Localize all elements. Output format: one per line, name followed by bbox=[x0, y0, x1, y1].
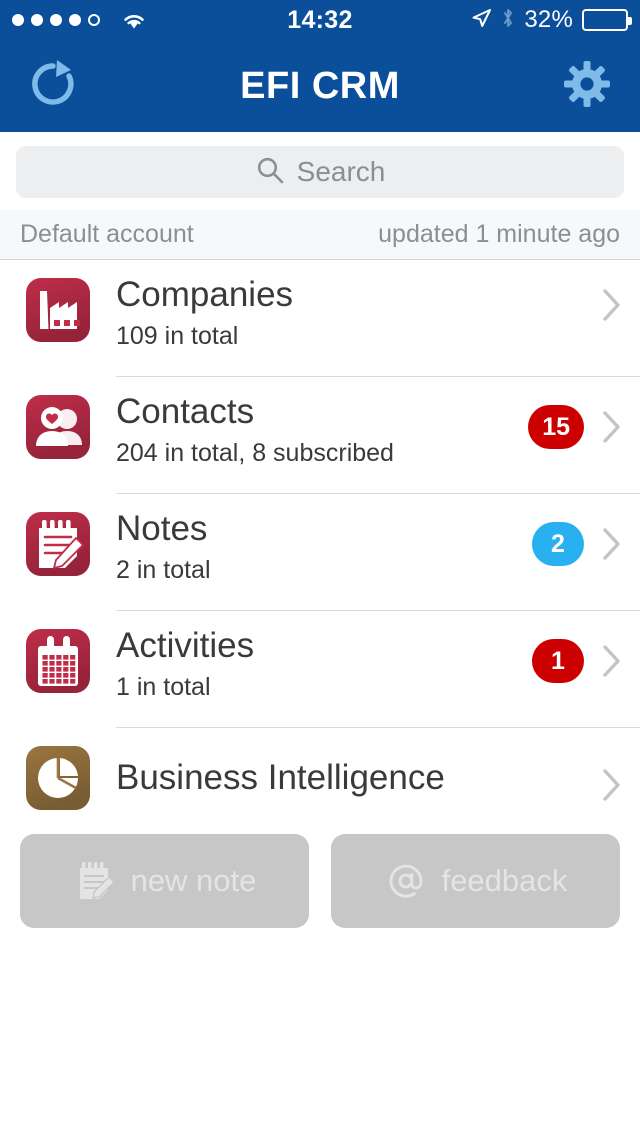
list-item-text: Companies 109 in total bbox=[116, 274, 602, 351]
status-bar-clock: 14:32 bbox=[287, 5, 353, 34]
list-item-accessories bbox=[602, 274, 622, 322]
feedback-button[interactable]: feedback bbox=[331, 834, 620, 928]
account-updated-label: updated 1 minute ago bbox=[378, 220, 620, 248]
list-item-subtitle: 1 in total bbox=[116, 672, 211, 701]
list-item-accessories: 1 bbox=[532, 625, 622, 683]
list-item-activities[interactable]: Activities 1 in total 1 bbox=[0, 611, 640, 715]
list-item-notes[interactable]: Notes 2 in total 2 bbox=[0, 494, 640, 598]
refresh-button[interactable] bbox=[26, 59, 80, 113]
notepad-icon bbox=[26, 512, 90, 576]
chevron-right-icon bbox=[602, 527, 622, 561]
list-item-body: Notes 2 in total 2 bbox=[116, 508, 622, 598]
refresh-icon bbox=[27, 58, 79, 115]
chevron-right-icon bbox=[602, 644, 622, 678]
contacts-icon bbox=[26, 395, 90, 459]
list-item-title: Notes bbox=[116, 509, 208, 548]
list-item-subtitle: 109 in total bbox=[116, 321, 239, 350]
gear-icon bbox=[563, 60, 611, 113]
status-badge: 1 bbox=[532, 639, 584, 683]
calendar-icon bbox=[26, 629, 90, 693]
status-badge: 15 bbox=[528, 405, 584, 449]
list-item-subtitle: 2 in total bbox=[116, 555, 211, 584]
chevron-right-icon bbox=[602, 768, 622, 802]
settings-button[interactable] bbox=[560, 59, 614, 113]
list-item-companies[interactable]: Companies 109 in total bbox=[0, 260, 640, 364]
app-root: 14:32 32% EFI CRM Search Default account… bbox=[0, 0, 640, 1136]
chevron-right-icon bbox=[602, 288, 622, 322]
main-list: Companies 109 in total Contacts 204 in tota… bbox=[0, 260, 640, 814]
chevron-right-icon bbox=[602, 410, 622, 444]
search-icon bbox=[255, 155, 285, 190]
list-item-title: Companies bbox=[116, 275, 294, 314]
list-item-text: Business Intelligence bbox=[116, 757, 602, 800]
list-item-title: Business Intelligence bbox=[116, 757, 445, 797]
list-item-body: Companies 109 in total bbox=[116, 274, 622, 364]
list-item-title: Contacts bbox=[116, 392, 255, 431]
list-item-text: Activities 1 in total bbox=[116, 625, 532, 702]
battery-icon bbox=[582, 9, 632, 31]
navigation-bar: EFI CRM bbox=[0, 40, 640, 132]
search-section: Search bbox=[0, 132, 640, 210]
account-name: Default account bbox=[20, 220, 194, 248]
list-item-body: Activities 1 in total 1 bbox=[116, 625, 622, 715]
feedback-label: feedback bbox=[441, 863, 568, 898]
list-item-contacts[interactable]: Contacts 204 in total, 8 subscribed 15 bbox=[0, 377, 640, 481]
list-item-body: Contacts 204 in total, 8 subscribed 15 bbox=[116, 391, 622, 481]
notepad-icon bbox=[73, 859, 117, 903]
factory-icon bbox=[26, 278, 90, 342]
pie-chart-icon bbox=[26, 746, 90, 810]
list-item-accessories: 2 bbox=[532, 508, 622, 566]
list-item-accessories bbox=[602, 754, 622, 802]
account-bar: Default account updated 1 minute ago bbox=[0, 210, 640, 260]
status-bar: 14:32 32% bbox=[0, 0, 640, 40]
search-bar[interactable]: Search bbox=[16, 146, 624, 198]
action-button-row: new note feedback bbox=[0, 814, 640, 928]
status-badge: 2 bbox=[532, 522, 584, 566]
search-input[interactable]: Search bbox=[297, 156, 386, 188]
list-item-title: Activities bbox=[116, 626, 255, 665]
list-item-text: Contacts 204 in total, 8 subscribed bbox=[116, 391, 528, 468]
new-note-label: new note bbox=[130, 863, 257, 898]
list-item-subtitle: 204 in total, 8 subscribed bbox=[116, 438, 394, 467]
list-item-business-intelligence[interactable]: Business Intelligence bbox=[0, 728, 640, 814]
at-sign-icon bbox=[384, 859, 428, 903]
list-item-body: Business Intelligence bbox=[116, 742, 622, 814]
new-note-button[interactable]: new note bbox=[20, 834, 309, 928]
list-item-accessories: 15 bbox=[528, 391, 622, 449]
list-item-text: Notes 2 in total bbox=[116, 508, 532, 585]
page-title: EFI CRM bbox=[240, 64, 400, 107]
